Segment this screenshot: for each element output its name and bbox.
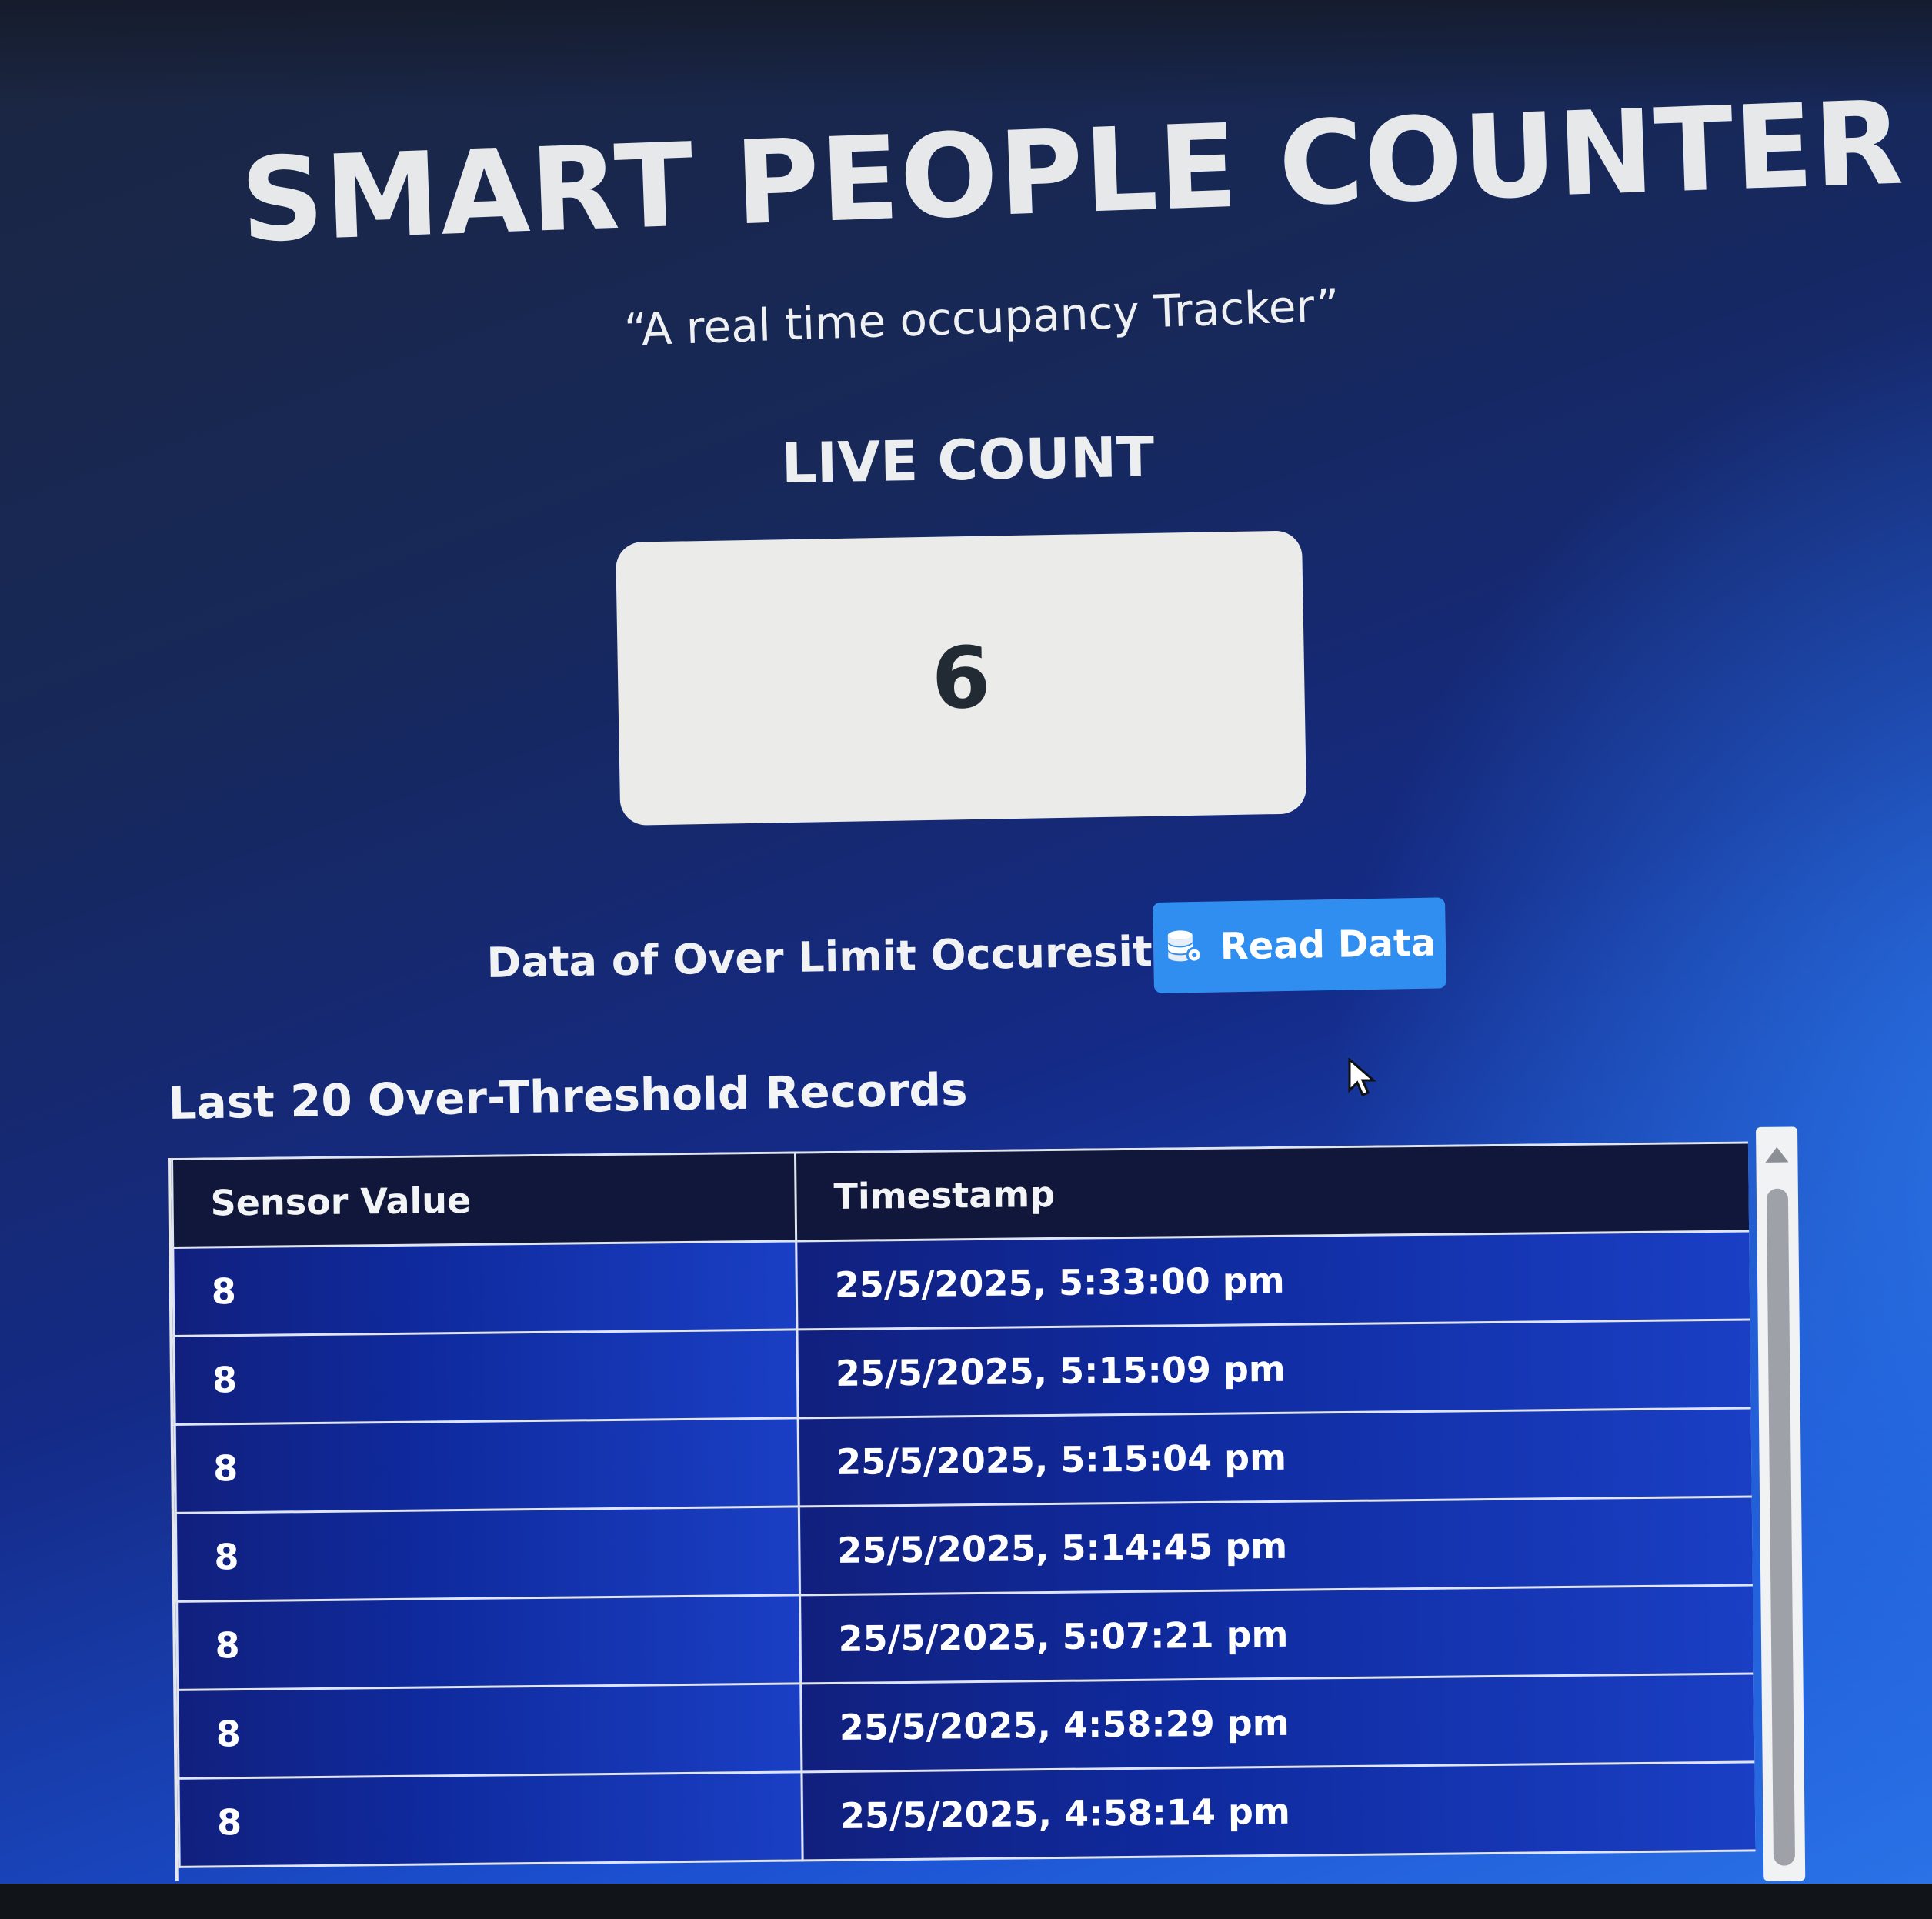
table-header-row: Sensor Value Timestamp	[172, 1142, 1750, 1248]
table-row: 8 25/5/2025, 5:14:45 pm	[175, 1496, 1754, 1602]
column-header-sensor-value: Sensor Value	[172, 1152, 796, 1248]
table-row: 8 25/5/2025, 5:07:21 pm	[176, 1584, 1755, 1690]
timestamp-cell: 25/5/2025, 5:07:21 pm	[799, 1584, 1755, 1684]
sensor-value-cell: 8	[173, 1329, 799, 1425]
taskbar	[0, 1884, 1932, 1919]
over-limit-label: Data of Over Limit Occuresition :	[486, 925, 1256, 987]
scroll-thumb[interactable]	[1766, 1188, 1796, 1866]
timestamp-cell: 25/5/2025, 5:15:09 pm	[796, 1319, 1753, 1418]
sensor-value-cell: 8	[176, 1594, 801, 1690]
table-scrollbar[interactable]	[1756, 1126, 1806, 1881]
page-title: SMART PEOPLE COUNTER	[239, 76, 1906, 269]
table-row: 8 25/5/2025, 5:33:00 pm	[172, 1230, 1751, 1337]
column-header-timestamp: Timestamp	[795, 1142, 1750, 1241]
read-data-button[interactable]: Read Data	[1153, 897, 1447, 993]
table-row: 8 25/5/2025, 5:15:04 pm	[175, 1407, 1753, 1514]
table-row: 8 25/5/2025, 4:58:29 pm	[177, 1673, 1756, 1779]
read-data-button-label: Read Data	[1220, 921, 1436, 969]
timestamp-cell: 25/5/2025, 4:58:29 pm	[800, 1673, 1756, 1772]
live-count-card: 6	[616, 530, 1307, 826]
sensor-value-cell: 8	[175, 1506, 800, 1602]
table-row: 8 25/5/2025, 4:58:14 pm	[178, 1761, 1756, 1867]
timestamp-cell: 25/5/2025, 5:15:04 pm	[798, 1407, 1753, 1507]
sensor-value-cell: 8	[177, 1683, 802, 1779]
scroll-up-arrow-icon[interactable]	[1765, 1146, 1789, 1163]
timestamp-cell: 25/5/2025, 5:33:00 pm	[796, 1230, 1751, 1330]
records-table: Sensor Value Timestamp 8 25/5/2025, 5:33…	[171, 1141, 1756, 1867]
mouse-cursor-icon	[1348, 1058, 1377, 1096]
page-subtitle: “A real time occupancy Tracker”	[623, 279, 1340, 356]
database-icon	[1167, 930, 1203, 963]
sensor-value-cell: 8	[172, 1240, 797, 1337]
live-count-value: 6	[930, 628, 992, 728]
table-row: 8 25/5/2025, 5:15:09 pm	[173, 1319, 1753, 1425]
sensor-value-cell: 8	[175, 1417, 799, 1514]
records-table-container[interactable]: Sensor Value Timestamp 8 25/5/2025, 5:33…	[168, 1141, 1756, 1881]
timestamp-cell: 25/5/2025, 4:58:14 pm	[801, 1761, 1756, 1861]
live-count-label: LIVE COUNT	[781, 424, 1155, 496]
sensor-value-cell: 8	[178, 1771, 803, 1867]
timestamp-cell: 25/5/2025, 5:14:45 pm	[799, 1496, 1754, 1595]
records-heading: Last 20 Over-Threshold Records	[168, 1063, 968, 1130]
